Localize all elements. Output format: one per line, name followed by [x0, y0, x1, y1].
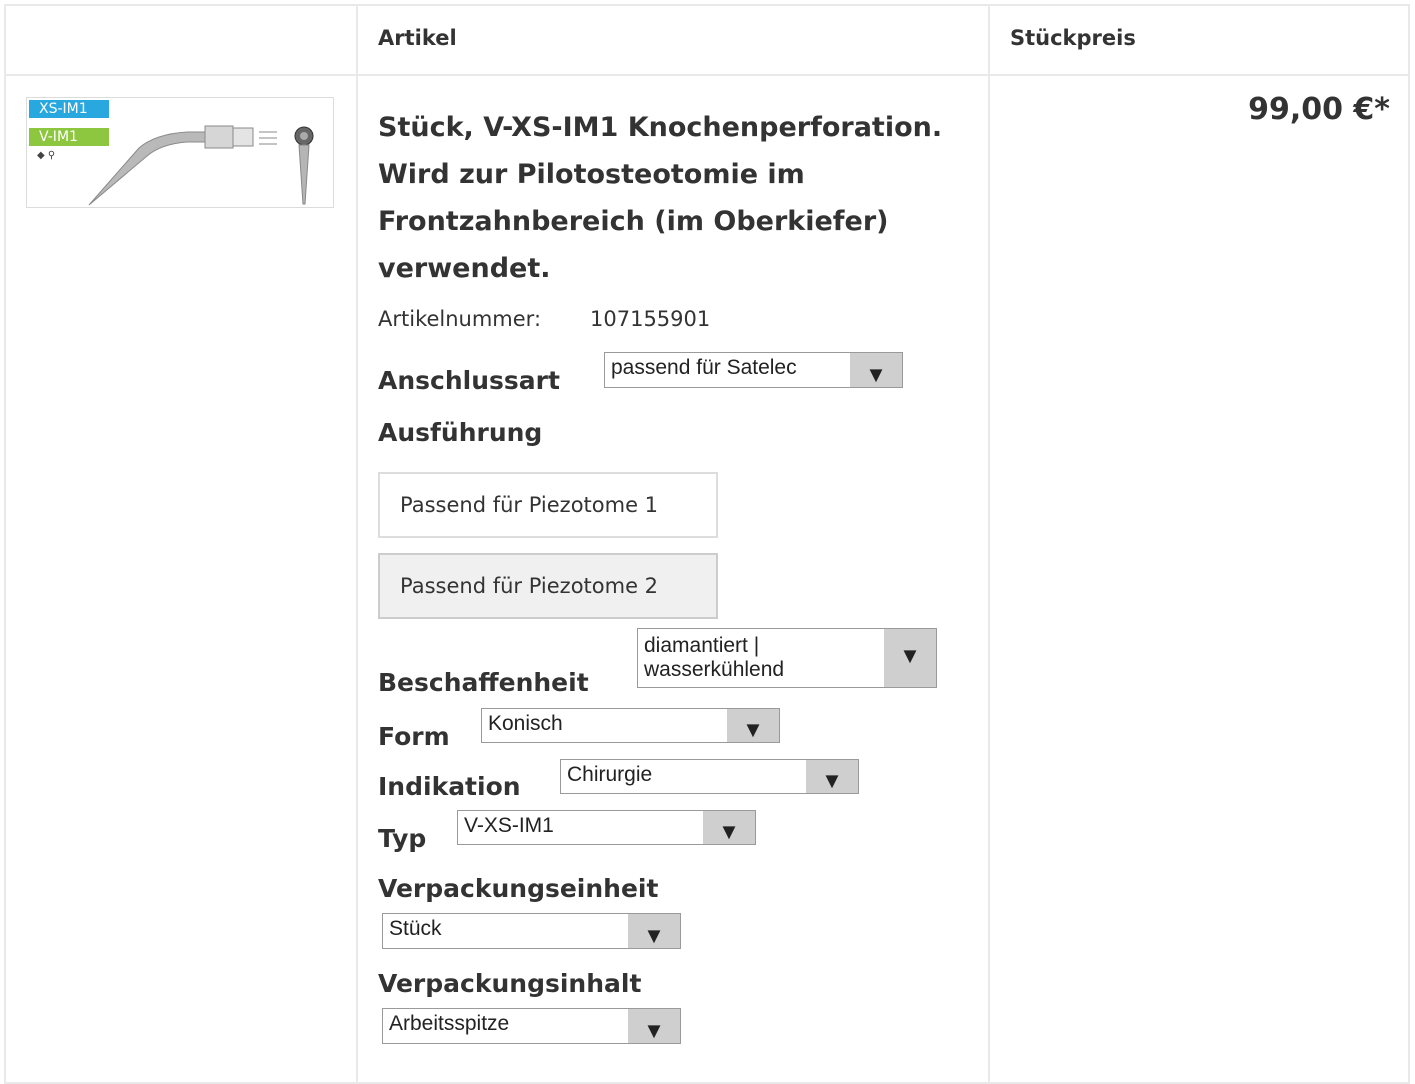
article-number-value: 107155901: [590, 307, 711, 331]
form-label: Form: [378, 722, 450, 751]
article-number-label: Artikelnummer:: [378, 307, 542, 331]
verpackungsinhalt-value: Arbeitsspitze: [389, 1012, 510, 1035]
beschaffenheit-select[interactable]: diamantiert | wasserkühlend ▼: [637, 628, 937, 688]
indikation-label: Indikation: [378, 772, 521, 801]
form-select[interactable]: Konisch ▼: [481, 708, 780, 743]
indikation-select[interactable]: Chirurgie ▼: [560, 759, 859, 794]
column-divider: [988, 6, 990, 1082]
typ-label: Typ: [378, 824, 427, 853]
form-value: Konisch: [488, 712, 563, 735]
anschlussart-value: passend für Satelec: [611, 356, 797, 379]
anschlussart-label: Anschlussart: [378, 366, 560, 395]
beschaffenheit-value-line2: wasserkühlend: [644, 658, 785, 681]
beschaffenheit-label: Beschaffenheit: [378, 668, 589, 697]
indikation-value: Chirurgie: [567, 763, 653, 786]
chevron-down-icon: ▼: [643, 1018, 665, 1043]
verpackungseinheit-select[interactable]: Stück ▼: [382, 913, 681, 949]
column-divider: [356, 6, 358, 1082]
chevron-down-icon: ▼: [718, 819, 740, 844]
typ-value: V-XS-IM1: [464, 814, 554, 837]
chevron-down-icon: ▼: [865, 362, 887, 387]
product-image[interactable]: XS-IM1 V-IM1 ◆ ⚲: [26, 97, 334, 208]
ausfuehrung-label: Ausführung: [378, 418, 543, 447]
option-piezotome-1-button[interactable]: Passend für Piezotome 1: [378, 472, 718, 538]
typ-select[interactable]: V-XS-IM1 ▼: [457, 810, 756, 845]
unit-price: 99,00 €*: [1248, 92, 1390, 127]
header-article: Artikel: [378, 26, 457, 50]
svg-text:◆ ⚲: ◆ ⚲: [37, 150, 55, 161]
verpackungseinheit-label: Verpackungseinheit: [378, 874, 659, 903]
header-divider: [6, 74, 1408, 76]
product-title[interactable]: Stück, V-XS-IM1 Knochenperforation. Wird…: [378, 104, 978, 292]
option-piezotome-2-button[interactable]: Passend für Piezotome 2: [378, 553, 718, 619]
dental-tip-illustration: ◆ ⚲: [37, 125, 314, 206]
chevron-down-icon: ▼: [899, 643, 921, 668]
chevron-down-icon: ▼: [643, 923, 665, 948]
anschlussart-select[interactable]: passend für Satelec ▼: [604, 352, 903, 388]
verpackungsinhalt-select[interactable]: Arbeitsspitze ▼: [382, 1008, 681, 1044]
verpackungseinheit-value: Stück: [389, 917, 442, 940]
chevron-down-icon: ▼: [742, 717, 764, 742]
header-unit-price: Stückpreis: [1010, 26, 1136, 50]
verpackungsinhalt-label: Verpackungsinhalt: [378, 969, 642, 998]
beschaffenheit-value-line1: diamantiert |: [644, 634, 760, 657]
chevron-down-icon: ▼: [821, 768, 843, 793]
